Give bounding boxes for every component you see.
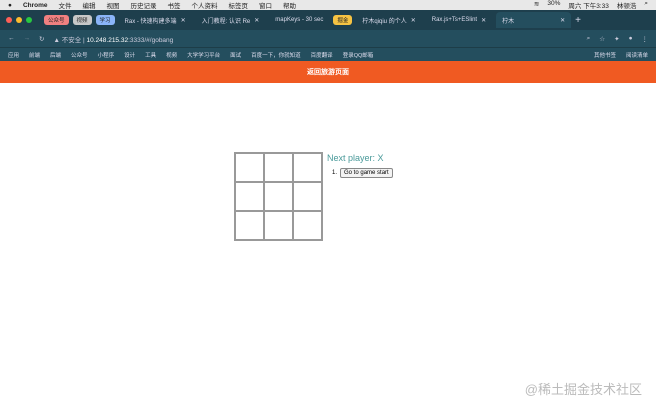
tab-active[interactable]: 柠木 ✕ (496, 12, 572, 28)
square[interactable] (264, 153, 293, 182)
reload-icon[interactable]: ↻ (39, 35, 44, 43)
back-icon[interactable]: ← (8, 35, 15, 42)
bookmark[interactable]: 阅读清单 (626, 51, 648, 59)
menu-item[interactable]: 个人资料 (192, 0, 218, 10)
square[interactable] (235, 182, 264, 211)
watermark: @稀土掘金技术社区 (524, 382, 642, 397)
tab[interactable]: Rax.js+Ts+ESlint ✕ (426, 12, 492, 28)
tab-title: 入门教程: 认识 Re (201, 18, 251, 25)
bookmark[interactable]: 前端 (29, 51, 40, 59)
bookmark[interactable]: 工具 (145, 51, 156, 59)
tab[interactable]: Rax - 快速构建多端 ✕ (119, 12, 192, 28)
extensions-icon[interactable]: ✦ (614, 35, 619, 43)
battery-level[interactable]: 30% (547, 0, 560, 10)
tab-title: Rax - 快速构建多端 (124, 18, 177, 25)
bookmark[interactable]: 后端 (50, 51, 61, 59)
menu-item[interactable]: 文件 (59, 0, 72, 10)
square[interactable] (293, 211, 322, 240)
close-icon[interactable]: ✕ (254, 17, 259, 24)
menu-item[interactable]: 历史记录 (131, 0, 157, 10)
tab-group[interactable]: 掘金 (333, 15, 353, 25)
bookmarks-bar: 应用 前端 后端 公众号 小程序 设计 工具 视频 大学学习平台 面试 百度一下… (0, 47, 656, 61)
tab-group[interactable]: 视频 (72, 15, 92, 25)
close-icon[interactable]: ✕ (411, 17, 416, 24)
menu-item[interactable]: 窗口 (259, 0, 272, 10)
close-icon[interactable]: ✕ (181, 17, 186, 24)
minimize-window-icon[interactable] (16, 17, 22, 23)
bookmark[interactable]: 应用 (8, 51, 19, 59)
star-icon[interactable]: ☆ (599, 35, 605, 43)
avatar[interactable]: ● (629, 35, 633, 42)
tab[interactable]: 入门教程: 认识 Re ✕ (196, 12, 266, 28)
bookmark[interactable]: 视频 (166, 51, 177, 59)
bookmark[interactable]: 小程序 (98, 51, 115, 59)
banner-label: 返回旅游页面 (307, 69, 349, 76)
apple-icon[interactable]: ● (8, 2, 12, 9)
user-name[interactable]: 林顿浩 (617, 0, 637, 10)
maximize-window-icon[interactable] (26, 17, 32, 23)
address-bar: ← → ↻ ▲ 不安全 | 10.248.215.32:3333/#/goban… (0, 30, 656, 47)
wifi-icon[interactable]: ≋ (534, 0, 539, 10)
url-host: 10.248.215.32 (86, 36, 129, 44)
more-icon[interactable]: ⋮ (642, 35, 649, 43)
tab-group[interactable]: 公众号 (44, 15, 69, 25)
url-path: :3333/#/gobang (128, 36, 174, 44)
square[interactable] (293, 182, 322, 211)
bookmark[interactable]: 大学学习平台 (187, 51, 220, 59)
new-tab-icon[interactable]: + (575, 15, 581, 26)
tab-title: 柠木 (502, 18, 515, 25)
game-board (234, 152, 323, 241)
bookmark[interactable]: 设计 (124, 51, 135, 59)
back-to-travel-banner[interactable]: 返回旅游页面 (0, 61, 656, 83)
tab-title: Rax.js+Ts+ESlint (431, 17, 478, 23)
bookmark[interactable]: 面试 (230, 51, 241, 59)
menu-item[interactable]: 帮助 (283, 0, 296, 10)
square[interactable] (235, 211, 264, 240)
url-field[interactable]: ▲ 不安全 | 10.248.215.32:3333/#/gobang (53, 34, 173, 44)
forward-icon[interactable]: → (24, 35, 31, 42)
mac-menubar: ● Chrome 文件 编辑 视图 历史记录 书签 个人资料 标签页 窗口 帮助… (0, 0, 656, 10)
game-status: Next player: X (327, 153, 384, 163)
square[interactable] (264, 182, 293, 211)
square[interactable] (293, 153, 322, 182)
bookmark[interactable]: 其他书签 (594, 51, 616, 59)
menu-item[interactable]: 书签 (168, 0, 181, 10)
square[interactable] (264, 211, 293, 240)
close-icon[interactable]: ✕ (481, 17, 486, 24)
menu-item[interactable]: 编辑 (83, 0, 96, 10)
tab-group[interactable]: 学习 (95, 15, 115, 25)
bookmark[interactable]: 百度一下，你就知道 (251, 51, 301, 59)
security-label: 不安全 (61, 36, 82, 44)
game-info: Next player: X 1. Go to game start (327, 153, 393, 178)
move-index: 1. (332, 170, 338, 176)
tab-strip: 公众号 视频 学习 Rax - 快速构建多端 ✕ 入门教程: 认识 Re ✕ map… (0, 10, 656, 30)
menu-app[interactable]: Chrome (23, 2, 48, 9)
move-list-item: 1. Go to game start (327, 168, 393, 178)
tab[interactable]: mapKeys - 30 sec (269, 12, 329, 28)
tab-title: mapKeys - 30 sec (275, 17, 324, 23)
go-to-game-start-button[interactable]: Go to game start (340, 168, 393, 178)
bookmark[interactable]: 登录QQ邮箱 (343, 51, 374, 59)
close-icon[interactable]: ✕ (560, 17, 565, 24)
close-window-icon[interactable] (6, 17, 12, 23)
menu-item[interactable]: 视图 (107, 0, 120, 10)
square[interactable] (235, 153, 264, 182)
clock[interactable]: 周六 下午3:33 (568, 0, 608, 10)
bookmark[interactable]: 公众号 (71, 51, 88, 59)
tab-title: 柠木qiqiu 的个人 (362, 18, 407, 25)
tab[interactable]: 柠木qiqiu 的个人 ✕ (356, 12, 421, 28)
menu-item[interactable]: 标签页 (229, 0, 249, 10)
zoom-icon[interactable]: ⌕ (587, 35, 591, 43)
search-icon[interactable]: ⌕ (644, 0, 648, 10)
bookmark[interactable]: 百度翻译 (311, 51, 333, 59)
